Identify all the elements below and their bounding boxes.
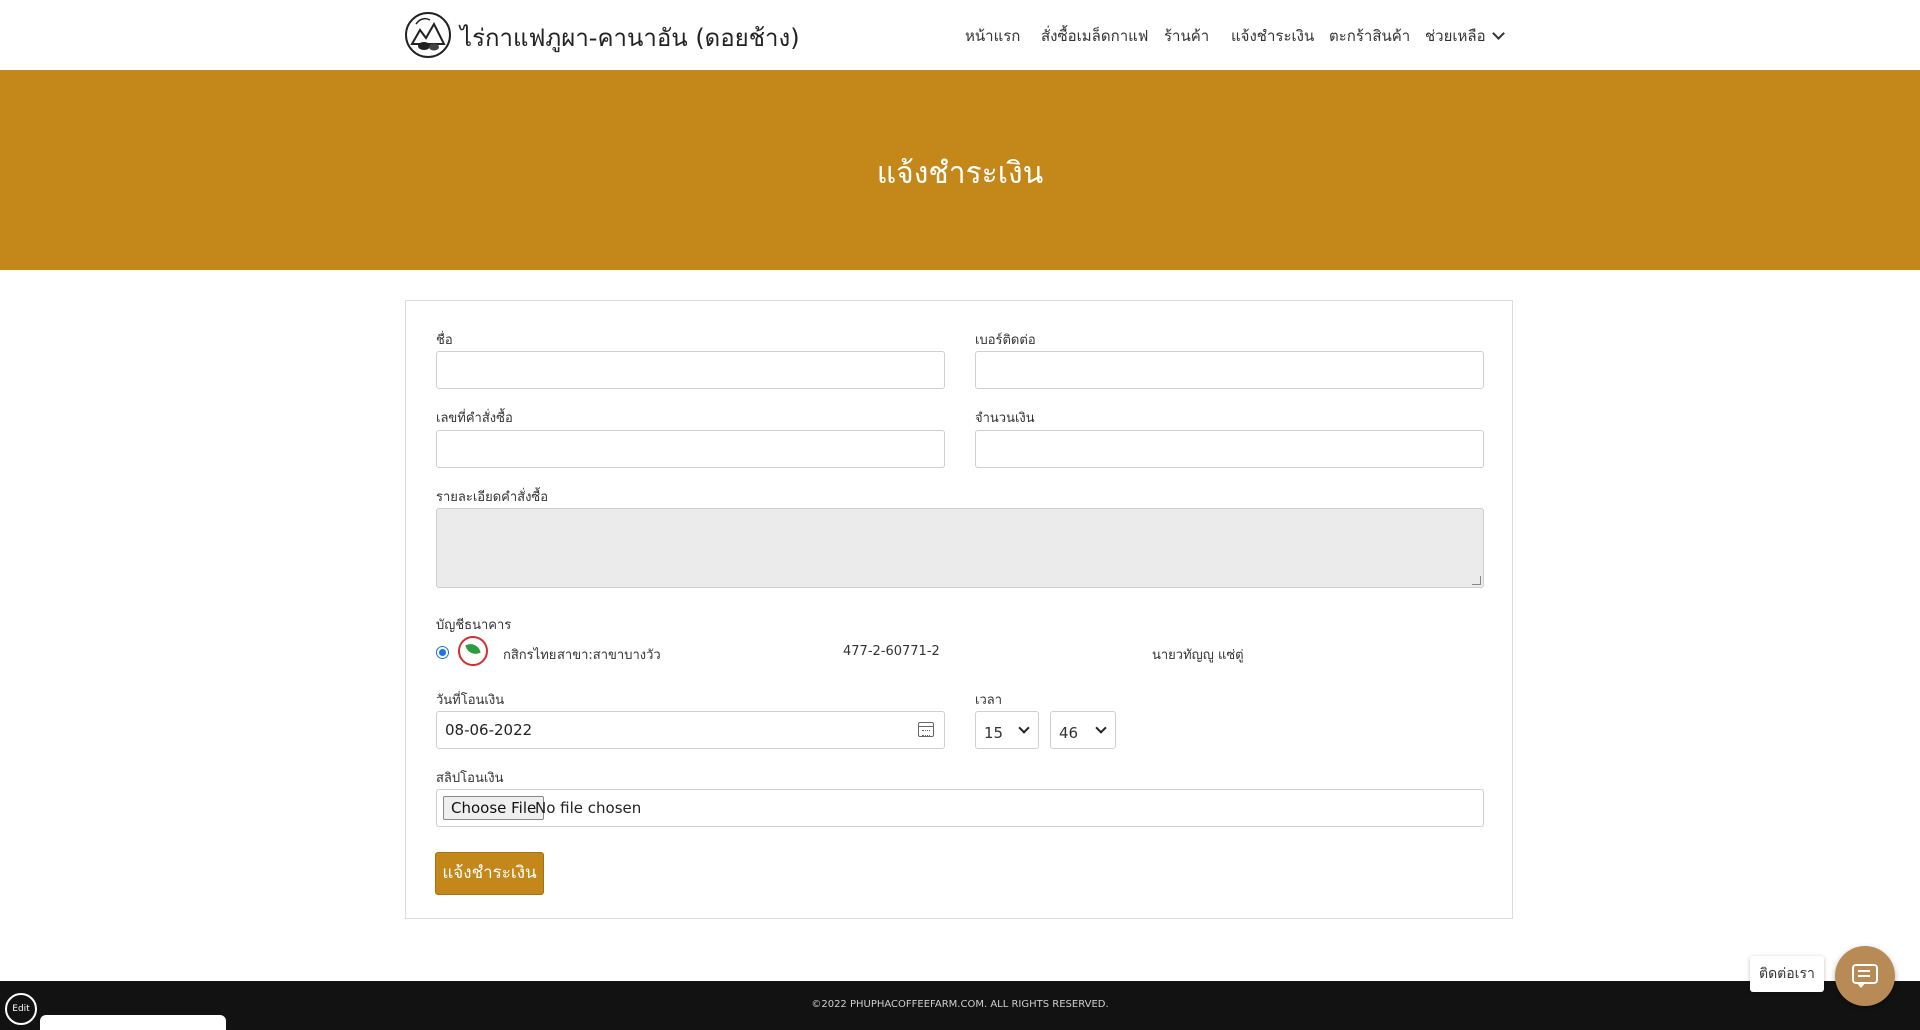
page-banner: แจ้งชำระเงิน: [0, 70, 1920, 270]
bank-account-radio[interactable]: [436, 646, 449, 659]
nav-shop[interactable]: ร้านค้า: [1164, 24, 1209, 48]
transfer-date-input[interactable]: 08-06-2022: [436, 711, 945, 749]
bank-account-number: 477-2-60771-2: [843, 644, 940, 659]
order-number-input[interactable]: [436, 430, 945, 468]
order-detail-textarea[interactable]: [436, 508, 1484, 588]
minute-value: 46: [1059, 724, 1079, 742]
bottom-tab[interactable]: [40, 1015, 226, 1030]
nav-order-beans[interactable]: สั่งซื้อเมล็ดกาแฟ: [1041, 24, 1148, 48]
contact-us-label[interactable]: ติดต่อเรา: [1750, 956, 1824, 992]
order-detail-label: รายละเอียดคำสั่งซื้อ: [436, 490, 549, 505]
bank-branch: สาขา:สาขาบางวัว: [557, 648, 661, 663]
chevron-down-icon: [1095, 722, 1107, 734]
nav-payment-notice[interactable]: แจ้งชำระเงิน: [1231, 24, 1314, 48]
bank-account-name: นายวทัญญู แซ่ตู่: [1152, 648, 1244, 663]
nav-help-label: ช่วยเหลือ: [1425, 27, 1486, 45]
edit-button[interactable]: Edit: [5, 993, 37, 1025]
page-title: แจ้งชำระเงิน: [876, 156, 1044, 191]
chat-button[interactable]: [1835, 946, 1895, 1006]
bank-account-label: บัญชีธนาคาร: [436, 618, 512, 633]
site-footer: ©2022 PHUPHACOFFEEFARM.COM. ALL RIGHTS R…: [0, 981, 1920, 1030]
chat-icon: [1852, 964, 1878, 984]
nav-home[interactable]: หน้าแรก: [965, 24, 1020, 48]
amount-label: จำนวนเงิน: [975, 411, 1035, 426]
transfer-date-value: 08-06-2022: [445, 721, 533, 739]
site-header: ไร่กาแฟภูผา-คานาอัน (ดอยช้าง) หน้าแรก สั…: [0, 0, 1920, 70]
submit-payment-button[interactable]: แจ้งชำระเงิน: [435, 852, 544, 895]
choose-file-button[interactable]: Choose File: [443, 796, 545, 820]
minute-select[interactable]: 46: [1050, 711, 1116, 749]
calendar-icon[interactable]: [918, 722, 934, 737]
transfer-date-label: วันที่โอนเงิน: [436, 693, 505, 708]
chat-icon-tail: [1856, 982, 1866, 988]
hour-select[interactable]: 15: [975, 711, 1039, 749]
slip-label: สลิปโอนเงิน: [436, 771, 504, 786]
name-input[interactable]: [436, 351, 945, 389]
kasikorn-bank-logo-icon: [458, 636, 488, 666]
bank-name: กสิกรไทย: [503, 648, 557, 663]
amount-input[interactable]: [975, 430, 1484, 468]
slip-file-input[interactable]: Choose File No file chosen: [436, 789, 1484, 827]
phone-label: เบอร์ติดต่อ: [975, 333, 1036, 348]
resize-handle-icon[interactable]: [1472, 576, 1481, 585]
name-label: ชื่อ: [436, 333, 453, 348]
file-status-text: No file chosen: [535, 799, 642, 817]
time-label: เวลา: [975, 693, 1003, 708]
chevron-down-icon: [1018, 722, 1030, 734]
chevron-down-icon: [1491, 27, 1505, 40]
nav-help[interactable]: ช่วยเหลือ: [1425, 24, 1505, 48]
phone-input[interactable]: [975, 351, 1484, 389]
order-number-label: เลขที่คำสั่งซื้อ: [436, 411, 513, 426]
nav-cart[interactable]: ตะกร้าสินค้า: [1329, 24, 1410, 48]
copyright-text: ©2022 PHUPHACOFFEEFARM.COM. ALL RIGHTS R…: [811, 999, 1109, 1010]
hour-value: 15: [984, 724, 1004, 742]
main-nav: หน้าแรก สั่งซื้อเมล็ดกาแฟ ร้านค้า แจ้งชำ…: [0, 24, 1920, 48]
